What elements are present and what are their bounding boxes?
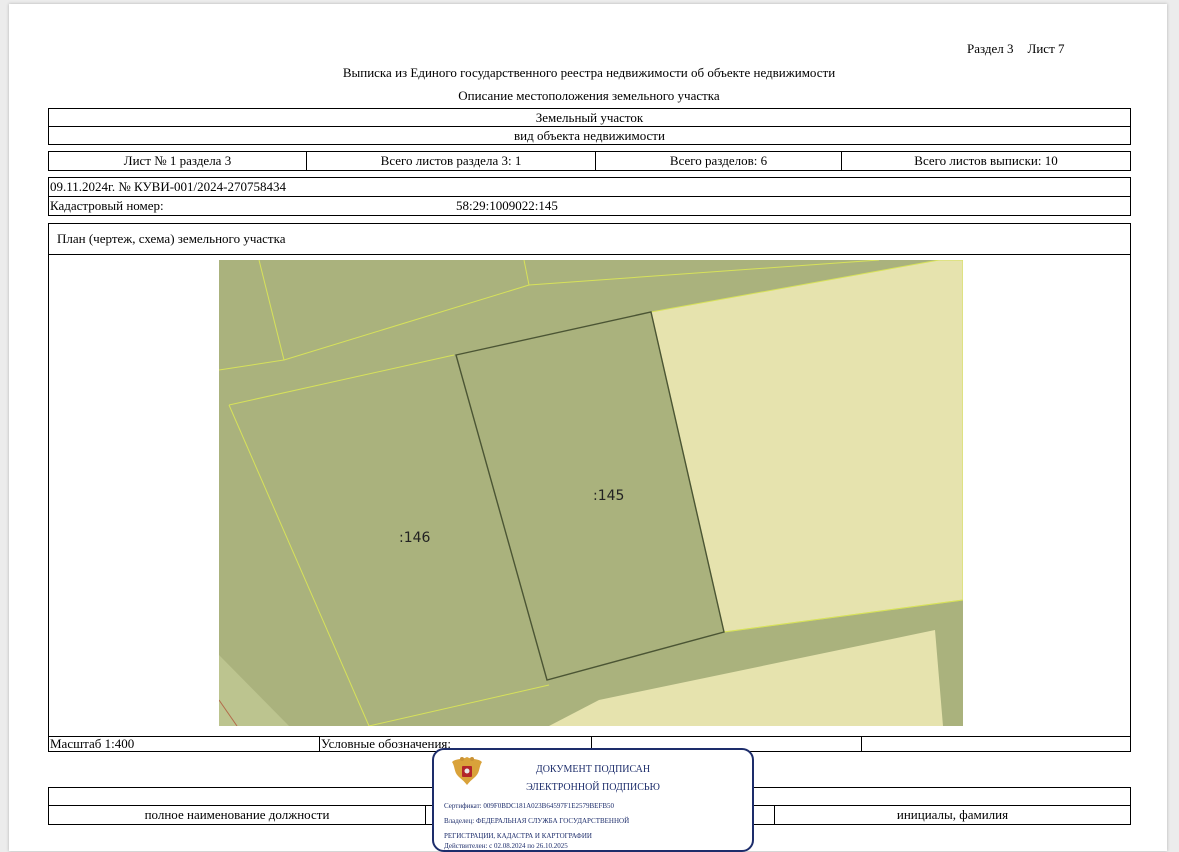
sheets-row: Лист № 1 раздела 3 Всего листов раздела … <box>48 151 1131 171</box>
name-caption: инициалы, фамилия <box>774 806 1130 824</box>
document-subtitle: Описание местоположения земельного участ… <box>458 88 720 103</box>
section-label: Раздел 3 <box>967 41 1014 56</box>
stamp-owner-line-2: РЕГИСТРАЦИИ, КАДАСТРА И КАРТОГРАФИИ <box>444 832 592 840</box>
document-title: Выписка из Единого государственного реес… <box>342 65 836 80</box>
object-type-caption: вид объекта недвижимости <box>48 126 1131 145</box>
document-page: Раздел 3 Лист 7 Выписка из Единого госуда… <box>9 4 1167 852</box>
total-sheets-section: Всего листов раздела 3: 1 <box>306 152 595 170</box>
cadastral-plan-map: :146 :145 <box>219 260 963 726</box>
total-sections: Всего разделов: 6 <box>595 152 841 170</box>
legend-empty-cell <box>861 737 1130 751</box>
position-caption: полное наименование должности <box>144 807 330 822</box>
parcel-label-146: :146 <box>399 530 431 546</box>
record-date-number: 09.11.2024г. № КУВИ-001/2024-270758434 <box>48 177 1131 197</box>
cadastral-label: Кадастровый номер: <box>50 198 164 213</box>
stamp-owner-line-1: Владелец: ФЕДЕРАЛЬНАЯ СЛУЖБА ГОСУДАРСТВЕ… <box>444 817 630 825</box>
sheet-label: Лист 7 <box>1027 41 1065 56</box>
stamp-valid: Действителен: с 02.08.2024 по 26.10.2025 <box>444 842 568 850</box>
section-sheet-header: Раздел 3 Лист 7 <box>967 41 1065 57</box>
sheet-number: Лист № 1 раздела 3 <box>123 153 232 168</box>
total-sheets-extract: Всего листов выписки: 10 <box>841 152 1130 170</box>
object-type: Земельный участок <box>48 108 1131 127</box>
stamp-line-1: ДОКУМЕНТ ПОДПИСАН <box>535 764 651 775</box>
stamp-line-2: ЭЛЕКТРОННОЙ ПОДПИСЬЮ <box>526 782 660 793</box>
stamp-certificate: Сертификат: 009F0BDC181A023B64597F1E2579… <box>444 802 615 810</box>
cadastral-row: Кадастровый номер: 58:29:1009022:145 <box>48 196 1131 216</box>
electronic-signature-stamp: ДОКУМЕНТ ПОДПИСАН ЭЛЕКТРОННОЙ ПОДПИСЬЮ С… <box>432 748 754 852</box>
parcel-label-145: :145 <box>593 488 624 504</box>
scale-label: Масштаб 1:400 <box>50 736 135 751</box>
plan-title: План (чертеж, схема) земельного участка <box>48 223 1131 255</box>
cadastral-number: 58:29:1009022:145 <box>456 198 558 213</box>
